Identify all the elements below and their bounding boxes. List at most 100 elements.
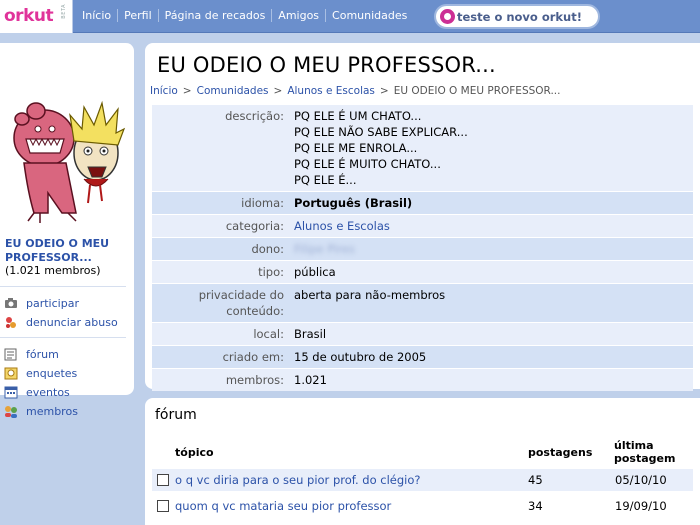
nav-amigos[interactable]: Amigos [272, 9, 325, 22]
sidebar-item-label: fórum [26, 348, 59, 361]
sidebar-item-label: eventos [26, 386, 70, 399]
info-row-members: membros: 1.021 [152, 369, 693, 391]
info-label: membros: [225, 373, 284, 387]
members-value: 1.021 [294, 373, 327, 387]
description-value: PQ ELE É UM CHATO... PQ ELE NÃO SABE EXP… [289, 105, 693, 191]
col-header-last-line: última [614, 439, 654, 452]
report-abuse-icon [4, 316, 18, 329]
nav-recados[interactable]: Página de recados [159, 9, 272, 22]
orkut-logo[interactable]: orkut BETA [0, 0, 73, 33]
category-link[interactable]: Alunos e Escolas [289, 215, 693, 237]
privacy-label-line: conteúdo: [226, 304, 284, 318]
info-row-type: tipo: pública [152, 261, 693, 283]
top-bar: orkut BETA Início Perfil Página de recad… [0, 0, 700, 33]
description-line: PQ ELE É UM CHATO... [294, 109, 422, 123]
info-row-owner: dono: Filipe Pires [152, 238, 693, 260]
community-name[interactable]: EU ODEIO O MEU PROFESSOR... [5, 237, 127, 265]
info-row-language: idioma: Português (Brasil) [152, 192, 693, 214]
description-line: PQ ELE É MUITO CHATO... [294, 157, 441, 171]
join-label: participar [26, 297, 79, 310]
breadcrumb-current: EU ODEIO O MEU PROFESSOR... [393, 85, 561, 97]
description-line: PQ ELE NÃO SABE EXPLICAR... [294, 125, 468, 139]
page-title: EU ODEIO O MEU PROFESSOR... [157, 53, 496, 77]
topic-posts: 45 [528, 473, 543, 487]
sidebar-item-label: enquetes [26, 367, 78, 380]
polls-icon [4, 367, 18, 380]
sidebar-item-label: membros [26, 405, 78, 418]
try-new-orkut-label: teste o novo orkut! [457, 9, 582, 24]
created-value: 15 de outubro de 2005 [294, 350, 427, 364]
info-label: idioma: [241, 196, 284, 210]
calendar-icon [4, 386, 18, 399]
try-new-orkut-button[interactable]: teste o novo orkut! [434, 4, 600, 29]
members-icon [4, 405, 18, 418]
location-value: Brasil [294, 327, 327, 341]
orkut-circle-icon [440, 9, 455, 24]
info-label: categoria: [225, 219, 284, 233]
privacy-value: aberta para não-membros [294, 288, 446, 302]
info-label: privacidade do conteúdo: [152, 284, 289, 322]
col-header-last-line: postagem [614, 452, 676, 465]
col-header-topic: tópico [175, 446, 214, 459]
members-count: (1.021 membros) [5, 264, 101, 277]
forum-card: fórum tópico postagens última postagem o… [145, 398, 700, 525]
privacy-label-line: privacidade do [198, 288, 284, 302]
community-sidebar: EU ODEIO O MEU PROFESSOR... (1.021 membr… [0, 43, 134, 418]
topic-last-post: 05/10/10 [615, 473, 667, 487]
topic-last-post: 19/09/10 [615, 499, 667, 513]
report-abuse-label: denunciar abuso [26, 316, 118, 329]
table-row: quom q vc mataria seu pior professor 34 … [152, 495, 693, 517]
owner-value: Filipe Pires [289, 238, 693, 260]
forum-icon [4, 348, 18, 361]
info-label: dono: [251, 242, 284, 256]
topic-checkbox[interactable] [157, 500, 169, 512]
type-value: pública [294, 265, 336, 279]
col-header-last-post: última postagem [614, 439, 675, 465]
camera-icon [4, 297, 18, 310]
language-value: Português (Brasil) [294, 196, 413, 210]
topic-checkbox[interactable] [157, 474, 169, 486]
sidebar-item-forum[interactable]: fórum [4, 348, 59, 361]
sidebar-item-polls[interactable]: enquetes [4, 367, 77, 380]
info-row-description: descrição: PQ ELE É UM CHATO... PQ ELE N… [152, 105, 693, 191]
topic-link[interactable]: quom q vc mataria seu pior professor [175, 499, 391, 513]
divider [0, 286, 126, 287]
description-line: PQ ELE É... [294, 173, 357, 187]
table-row: o q vc diria para o seu pior prof. do cl… [152, 469, 693, 491]
main-nav: Início Perfil Página de recados Amigos C… [76, 9, 413, 22]
breadcrumb: Início > Comunidades > Alunos e Escolas … [150, 85, 560, 97]
nav-comunidades[interactable]: Comunidades [326, 9, 413, 22]
logo-text: orkut [4, 6, 54, 26]
logo-beta-label: BETA [61, 4, 67, 19]
info-row-location: local: Brasil [152, 323, 693, 345]
sidebar-item-members[interactable]: membros [4, 405, 78, 418]
breadcrumb-separator: > [379, 85, 389, 97]
community-info-card: EU ODEIO O MEU PROFESSOR... Início > Com… [145, 43, 700, 392]
info-label: descrição: [225, 109, 284, 123]
breadcrumb-comunidades[interactable]: Comunidades [197, 85, 269, 97]
info-row-privacy: privacidade do conteúdo: aberta para não… [152, 284, 693, 322]
sidebar-item-events[interactable]: eventos [4, 386, 70, 399]
owner-link[interactable]: Filipe Pires [294, 242, 355, 256]
breadcrumb-separator: > [273, 85, 283, 97]
community-info-table: descrição: PQ ELE É UM CHATO... PQ ELE N… [152, 105, 693, 392]
description-line: PQ ELE ME ENROLA... [294, 141, 418, 155]
col-header-posts: postagens [528, 446, 593, 459]
breadcrumb-category[interactable]: Alunos e Escolas [287, 85, 375, 97]
info-label: local: [253, 327, 284, 341]
nav-inicio[interactable]: Início [76, 9, 117, 22]
breadcrumb-inicio[interactable]: Início [150, 85, 178, 97]
info-row-created: criado em: 15 de outubro de 2005 [152, 346, 693, 368]
breadcrumb-separator: > [182, 85, 192, 97]
nav-perfil[interactable]: Perfil [118, 9, 158, 22]
info-row-category: categoria: Alunos e Escolas [152, 215, 693, 237]
join-link[interactable]: participar [4, 297, 79, 310]
topic-link[interactable]: o q vc diria para o seu pior prof. do cl… [175, 473, 421, 487]
divider [0, 337, 126, 338]
community-avatar[interactable] [4, 53, 130, 229]
report-abuse-link[interactable]: denunciar abuso [4, 316, 118, 329]
forum-title[interactable]: fórum [155, 407, 197, 423]
info-label: criado em: [222, 350, 284, 364]
info-label: tipo: [258, 265, 284, 279]
topic-posts: 34 [528, 499, 543, 513]
